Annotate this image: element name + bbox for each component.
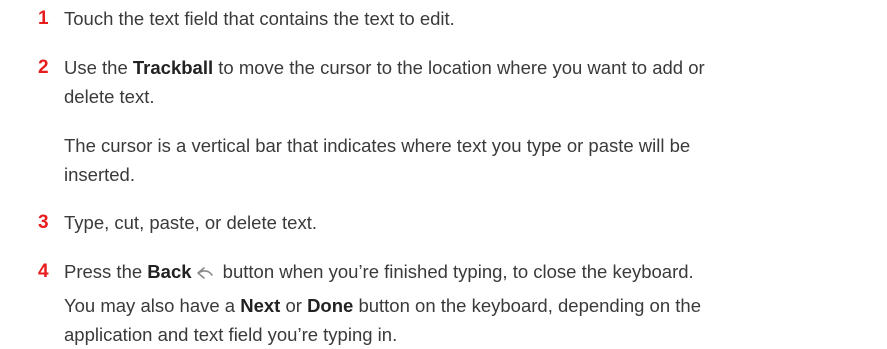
next-term: Next (240, 295, 281, 316)
note-line: inserted. (64, 164, 135, 185)
note-segment: button on the keyboard, depending on the (353, 295, 701, 316)
step-text: Use the Trackball to move the cursor to … (64, 53, 864, 111)
step-text-segment: delete text. (64, 86, 155, 107)
step-text: Touch the text field that contains the t… (64, 8, 455, 29)
step-text-segment: button when you’re finished typing, to c… (217, 261, 694, 282)
cursor-note: The cursor is a vertical bar that indica… (64, 131, 864, 189)
step-number: 4 (38, 261, 49, 282)
note-line: The cursor is a vertical bar that indica… (64, 135, 691, 156)
step-number: 3 (38, 212, 49, 233)
trackball-term: Trackball (132, 57, 214, 78)
step-number: 1 (38, 8, 49, 29)
step-text-segment: to move the cursor to the location where… (213, 57, 705, 78)
keyboard-note: You may also have a Next or Done button … (64, 291, 864, 349)
note-segment: application and text field you’re typing… (64, 324, 398, 345)
step-text: Type, cut, paste, or delete text. (64, 212, 317, 233)
step-text-segment: Use the (64, 57, 133, 78)
back-arrow-icon (196, 259, 214, 288)
step-text-segment: Press the (64, 261, 148, 282)
back-term: Back (147, 261, 192, 282)
note-segment: or (280, 295, 308, 316)
step-text: Press the Back button when you’re finish… (64, 257, 864, 288)
instruction-steps: 1 Touch the text field that contains the… (0, 0, 887, 349)
done-term: Done (307, 295, 354, 316)
step-number: 2 (38, 57, 49, 78)
note-segment: You may also have a (64, 295, 241, 316)
